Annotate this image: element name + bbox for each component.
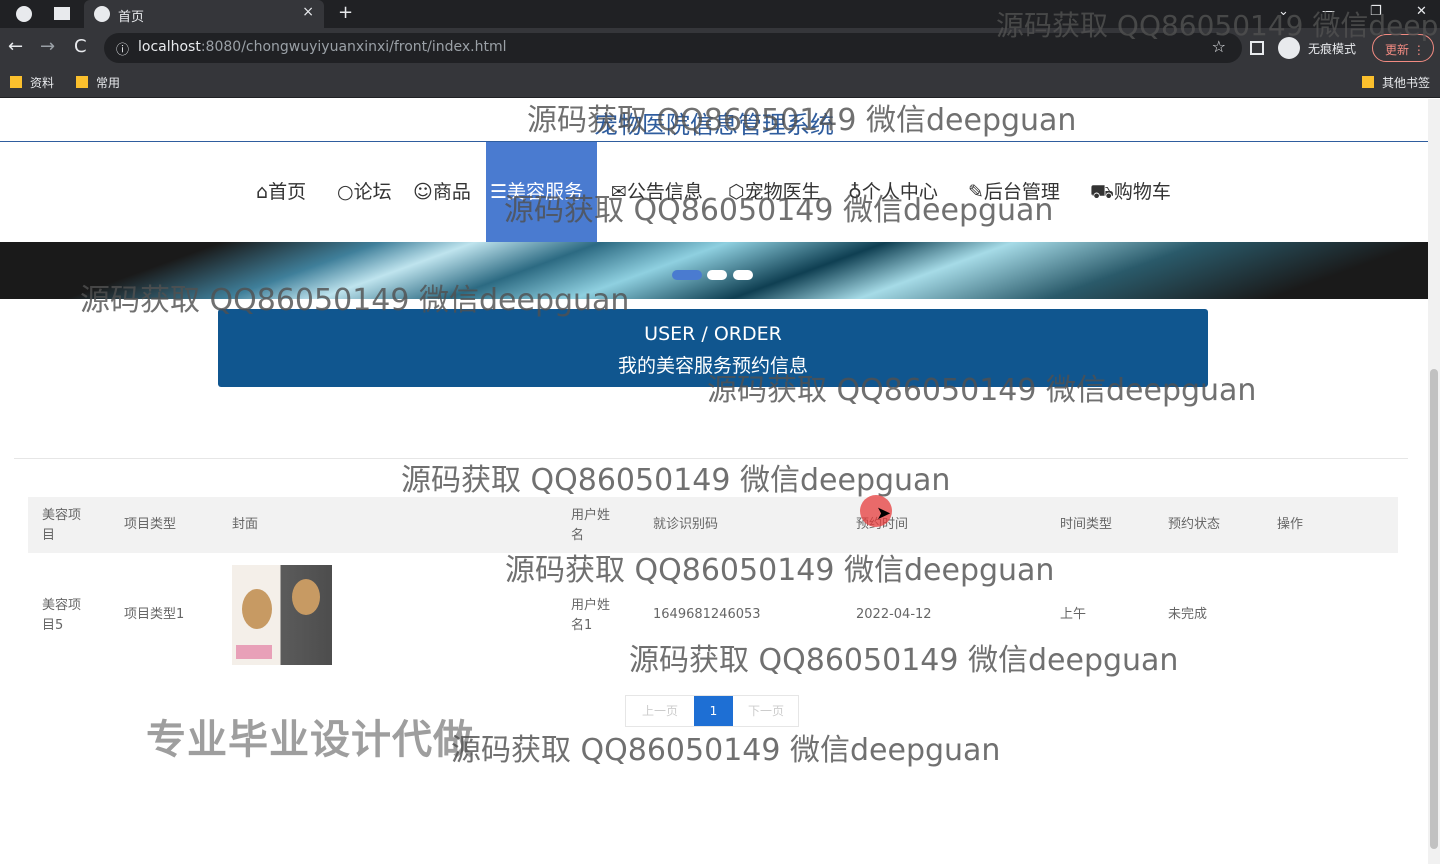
tab-title: 首页	[118, 10, 145, 25]
order-section-header: USER / ORDER 我的美容服务预约信息	[218, 309, 1208, 387]
nav-admin[interactable]: ✎后台管理	[968, 142, 1060, 242]
nav-pet-doctor[interactable]: ⬡宠物医生	[728, 142, 821, 242]
tab-close-icon[interactable]: ×	[302, 4, 314, 20]
bookmark-folder-ziliao[interactable]: 资料	[10, 74, 54, 91]
scrollbar-thumb[interactable]	[1430, 369, 1438, 849]
browser-tab-bar: 首页 × + ⌄ — ❐ ✕	[0, 0, 1440, 28]
section-divider	[14, 458, 1408, 459]
site-info-icon[interactable]: ⓘ	[116, 39, 129, 58]
cell-beauty-item: 美容项目5	[42, 598, 82, 633]
bookmark-folder-changyong[interactable]: 常用	[76, 74, 120, 91]
globe-icon	[94, 6, 110, 22]
cell-time-type: 上午	[1060, 607, 1087, 622]
incognito-icon[interactable]	[1278, 37, 1300, 59]
header-beauty-item: 美容项目	[42, 508, 82, 543]
nav-cart[interactable]: ⛟购物车	[1090, 142, 1171, 242]
mouse-cursor-icon: ➤	[876, 503, 892, 524]
browser-tab[interactable]: 首页 ×	[84, 0, 324, 28]
tab-search-chevron-icon[interactable]: ⌄	[1278, 4, 1289, 19]
tab-search-icon[interactable]	[54, 7, 70, 20]
reload-icon[interactable]: C	[74, 36, 87, 57]
page-scrollbar[interactable]	[1428, 99, 1440, 864]
watermark: 源码获取 QQ86050149 微信deepguan	[629, 643, 1179, 678]
header-cover: 封面	[232, 517, 259, 532]
page-content: 宠物医院信息管理系统 ⌂首页 ○论坛 ☺商品 ☰美容服务 ✉公告信息 ⬡宠物医生…	[0, 99, 1428, 864]
forward-icon[interactable]: →	[40, 36, 55, 57]
nav-personal-center[interactable]: ♁个人中心	[848, 142, 938, 242]
order-title-cn: 我的美容服务预约信息	[617, 355, 808, 377]
header-item-type: 项目类型	[124, 517, 177, 532]
close-window-icon[interactable]: ✕	[1416, 4, 1427, 19]
mail-icon: ✉	[611, 181, 627, 203]
site-title: 宠物医院信息管理系统	[594, 111, 834, 139]
user-icon: ♁	[848, 181, 862, 203]
header-time-type: 时间类型	[1060, 517, 1113, 532]
carousel-dot-2[interactable]	[707, 270, 727, 280]
page-1-button[interactable]: 1	[694, 696, 733, 726]
cover-image	[232, 565, 332, 665]
promo-overlay-text: 专业毕业设计代做	[146, 717, 474, 763]
other-bookmarks[interactable]: 其他书签	[1362, 74, 1430, 91]
header-visit-code: 就诊识别码	[653, 517, 719, 532]
browser-toolbar: ← → C ⓘ localhost:8080/chongwuyiyuanxinx…	[0, 28, 1440, 68]
minimize-icon[interactable]: —	[1322, 4, 1335, 19]
watermark: 源码获取 QQ86050149 微信deepguan	[401, 463, 951, 498]
blanket-shape	[236, 645, 272, 659]
dog-figure	[292, 579, 320, 615]
folder-icon	[10, 76, 22, 88]
home-icon: ⌂	[256, 181, 269, 203]
layers-icon: ☰	[490, 181, 508, 203]
incognito-label: 无痕模式	[1308, 42, 1357, 56]
forum-icon: ○	[337, 181, 354, 203]
new-tab-button[interactable]: +	[338, 2, 353, 23]
update-button[interactable]: 更新 ⋮	[1372, 34, 1434, 62]
folder-icon	[76, 76, 88, 88]
nav-announcements[interactable]: ✉公告信息	[611, 142, 703, 242]
prev-page-button[interactable]: 上一页	[626, 696, 694, 726]
cell-user-name: 用户姓名1	[571, 598, 611, 633]
bookmarks-bar: 资料 常用 其他书签	[0, 68, 1440, 98]
nav-home[interactable]: ⌂首页	[256, 142, 306, 242]
nav-beauty-service[interactable]: ☰美容服务	[486, 142, 597, 242]
watermark: 源码获取 QQ86050149 微信deepguan	[451, 733, 1001, 768]
browser-app-icon[interactable]	[16, 6, 32, 22]
pagination: 上一页 1 下一页	[625, 695, 799, 727]
cell-item-type: 项目类型1	[124, 607, 185, 622]
carousel-dot-1[interactable]	[672, 270, 702, 280]
cell-visit-code: 1649681246053	[653, 607, 761, 622]
address-bar[interactable]: ⓘ localhost:8080/chongwuyiyuanxinxi/fron…	[104, 33, 1242, 63]
url-text: localhost:8080/chongwuyiyuanxinxi/front/…	[138, 39, 507, 55]
header-status: 预约状态	[1168, 517, 1221, 532]
table-header: 美容项目 项目类型 封面 用户姓名 就诊识别码 预约时间 时间类型 预约状态 操…	[28, 497, 1398, 553]
folder-icon	[1362, 76, 1374, 88]
main-nav: ⌂首页 ○论坛 ☺商品 ☰美容服务 ✉公告信息 ⬡宠物医生 ♁个人中心 ✎后台管…	[0, 142, 1428, 242]
next-page-button[interactable]: 下一页	[733, 696, 799, 726]
bookmark-star-icon[interactable]: ☆	[1212, 37, 1226, 56]
back-icon[interactable]: ←	[8, 36, 23, 57]
restore-icon[interactable]: ❐	[1370, 4, 1382, 19]
order-title-en: USER / ORDER	[644, 323, 782, 345]
nav-goods[interactable]: ☺商品	[413, 142, 471, 242]
side-panel-icon[interactable]	[1250, 41, 1264, 55]
header-actions: 操作	[1277, 517, 1304, 532]
link-icon: ✎	[968, 181, 984, 203]
carousel-dot-3[interactable]	[733, 270, 753, 280]
banner-carousel[interactable]	[0, 242, 1428, 299]
header-user-name: 用户姓名	[571, 508, 611, 543]
doctor-icon: ⬡	[728, 181, 745, 203]
cart-icon: ⛟	[1090, 181, 1114, 203]
cell-status: 未完成	[1168, 607, 1208, 622]
cell-appointment-time: 2022-04-12	[856, 607, 932, 622]
dog-figure	[242, 589, 272, 629]
goods-icon: ☺	[413, 181, 433, 203]
nav-forum[interactable]: ○论坛	[337, 142, 392, 242]
